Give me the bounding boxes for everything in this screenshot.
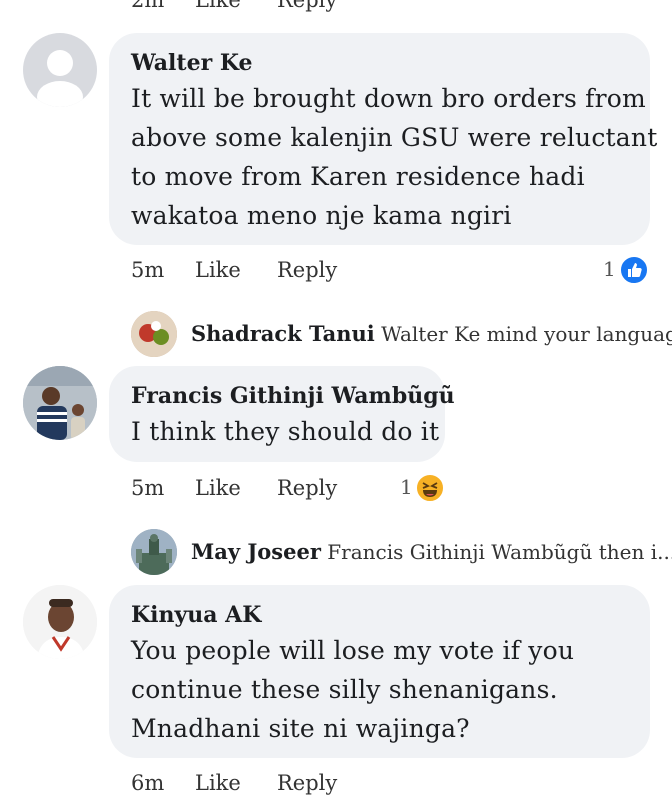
comment-actions: 6m Like Reply — [131, 771, 431, 801]
comment-actions: 5m Like Reply — [131, 476, 431, 506]
like-link[interactable]: Like — [195, 771, 241, 795]
comment-time: 5m — [131, 476, 165, 500]
reply-link[interactable]: Reply — [277, 0, 337, 12]
reply-preview[interactable]: Shadrack Tanui Walter Ke mind your langu… — [191, 321, 672, 346]
reply-author[interactable]: Shadrack Tanui — [191, 321, 375, 346]
avatar[interactable] — [23, 366, 97, 440]
comment-author[interactable]: Walter Ke — [131, 50, 252, 76]
top-comment-actions: 2m Like Reply — [131, 0, 431, 18]
reaction-count[interactable]: 1 — [400, 475, 413, 499]
comment-time: 6m — [131, 771, 165, 795]
like-reaction-icon[interactable] — [619, 255, 649, 285]
comment-time: 5m — [131, 258, 165, 282]
comment-author[interactable]: Kinyua AK — [131, 602, 261, 628]
comment-text-line: wakatoa meno nje kama ngiri — [131, 201, 512, 230]
comment-text-line: above some kalenjin GSU were reluctant — [131, 123, 658, 152]
avatar[interactable] — [131, 311, 177, 357]
comment-bubble: Kinyua AK You people will lose my vote i… — [109, 585, 650, 758]
haha-reaction-icon[interactable] — [415, 473, 445, 503]
comment-text-line: It will be brought down bro orders from — [131, 84, 646, 113]
avatar[interactable] — [23, 585, 97, 659]
comment-text-line: to move from Karen residence hadi — [131, 162, 585, 191]
profile-photo-icon — [131, 529, 177, 575]
avatar[interactable] — [131, 529, 177, 575]
reply-link[interactable]: Reply — [277, 771, 337, 795]
comment-author[interactable]: Francis Githinji Wambũgũ — [131, 383, 455, 409]
comment-actions: 5m Like Reply — [131, 258, 431, 288]
reply-text: Francis Githinji Wambũgũ then i... — [327, 540, 672, 564]
like-link[interactable]: Like — [195, 476, 241, 500]
default-avatar-icon — [37, 50, 83, 107]
profile-photo-icon — [23, 366, 97, 440]
reply-link[interactable]: Reply — [277, 476, 337, 500]
like-link[interactable]: Like — [195, 0, 241, 12]
profile-photo-icon — [23, 585, 97, 659]
reply-preview[interactable]: May Joseer Francis Githinji Wambũgũ then… — [191, 539, 672, 564]
profile-photo-icon — [131, 311, 177, 357]
comment-text-line: I think they should do it — [131, 417, 440, 446]
comment-text-line: You people will lose my vote if you — [131, 636, 575, 665]
reaction-count[interactable]: 1 — [603, 257, 616, 281]
reply-author[interactable]: May Joseer — [191, 539, 321, 564]
avatar[interactable] — [23, 33, 97, 107]
like-link[interactable]: Like — [195, 258, 241, 282]
comment-text-line: Mnadhani site ni wajinga? — [131, 714, 470, 743]
comment-time: 2m — [131, 0, 165, 12]
reply-text: Walter Ke mind your languag... — [381, 322, 672, 346]
reply-link[interactable]: Reply — [277, 258, 337, 282]
comment-bubble: Walter Ke It will be brought down bro or… — [109, 33, 657, 245]
comment-text-line: continue these silly shenanigans. — [131, 675, 558, 704]
comment-bubble: Francis Githinji Wambũgũ I think they sh… — [109, 366, 455, 462]
